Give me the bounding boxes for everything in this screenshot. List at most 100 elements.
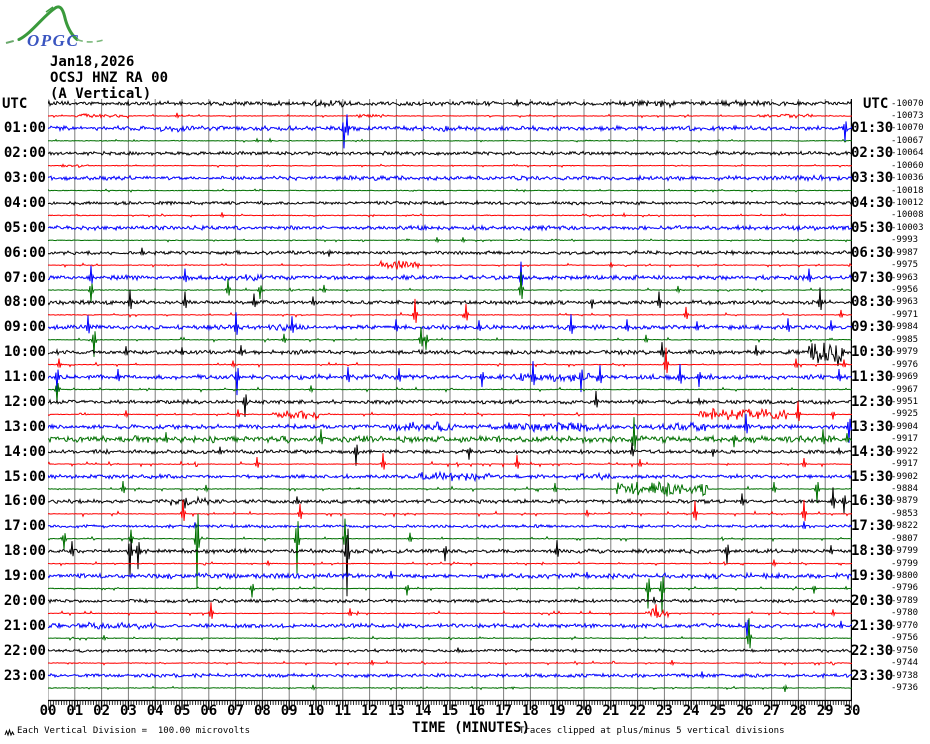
- left-time-label: 19:00: [3, 568, 46, 585]
- right-time-label: 15:30: [851, 468, 894, 485]
- logo-dash-left: [5, 38, 20, 44]
- header-station-code: OCSJ HNZ RA 00: [50, 70, 169, 86]
- trace-offset-value: -9738: [891, 670, 919, 681]
- trace-offset-value: -9985: [891, 334, 919, 345]
- trace-offset-value: -9979: [891, 347, 919, 358]
- footnote-clipping: Traces clipped at plus/minus 5 vertical …: [519, 726, 785, 736]
- helicorder-plot-area: [48, 99, 852, 713]
- trace-offset-value: -9744: [891, 658, 919, 669]
- trace-offset-value: -9756: [891, 633, 919, 644]
- trace-offset-value: -10064: [891, 148, 924, 159]
- left-time-label: 09:00: [3, 319, 46, 336]
- trace-offset-value: -9904: [891, 421, 919, 432]
- opgc-logo: OPGC: [5, 5, 106, 50]
- trace-offset-value: -10018: [891, 185, 924, 196]
- trace-offset-value: -9963: [891, 272, 919, 283]
- trace-offset-value: -9796: [891, 583, 919, 594]
- trace-offset-value: -9822: [891, 521, 919, 532]
- left-time-label: 23:00: [3, 667, 46, 684]
- right-time-label: 05:30: [851, 219, 894, 236]
- seismogram-traces: [48, 99, 852, 710]
- right-time-label: 06:30: [851, 244, 894, 261]
- left-time-label: 21:00: [3, 617, 46, 634]
- trace-offset-value: -9993: [891, 235, 919, 246]
- trace-offset-value: -9750: [891, 645, 919, 656]
- right-time-label: 03:30: [851, 170, 894, 187]
- trace-offset-value: -10008: [891, 210, 924, 221]
- trace-offset-value: -9975: [891, 260, 919, 271]
- left-time-label: 03:00: [3, 170, 46, 187]
- right-time-label: 20:30: [851, 592, 894, 609]
- utc-label-right: UTC: [863, 96, 889, 112]
- trace-offset-value: -10070: [891, 98, 924, 109]
- right-time-label: 21:30: [851, 617, 894, 634]
- left-time-label: 12:00: [3, 393, 46, 410]
- trace-offset-value: -9987: [891, 247, 919, 258]
- trace-offset-value: -10070: [891, 123, 924, 134]
- trace-offset-value: -9799: [891, 558, 919, 569]
- logo-dash-right: [76, 38, 106, 43]
- logo-text: OPGC: [27, 31, 79, 50]
- trace-offset-value: -10067: [891, 135, 924, 146]
- left-time-label: 14:00: [3, 443, 46, 460]
- trace-offset-value: -9922: [891, 446, 919, 457]
- right-time-label: 10:30: [851, 344, 894, 361]
- left-time-label: 04:00: [3, 194, 46, 211]
- utc-label-left: UTC: [2, 96, 28, 112]
- trace-offset-value: -9967: [891, 384, 919, 395]
- left-time-label: 05:00: [3, 219, 46, 236]
- trace-offset-value: -10003: [891, 222, 924, 233]
- trace-offset-value: -9917: [891, 434, 919, 445]
- right-time-label: 08:30: [851, 294, 894, 311]
- trace-offset-value: -9770: [891, 620, 919, 631]
- right-time-label: 22:30: [851, 642, 894, 659]
- left-time-label: 20:00: [3, 592, 46, 609]
- right-time-label: 13:30: [851, 418, 894, 435]
- trace-offset-value: -9917: [891, 459, 919, 470]
- left-time-label: 10:00: [3, 344, 46, 361]
- left-time-label: 11:00: [3, 369, 46, 386]
- right-time-label: 01:30: [851, 120, 894, 137]
- right-time-label: 12:30: [851, 393, 894, 410]
- footnote-vertical-division: Each Vertical Division = 100.00 microvol…: [17, 726, 250, 736]
- trace-offset-value: -9799: [891, 546, 919, 557]
- left-time-label: 16:00: [3, 493, 46, 510]
- left-time-label: 22:00: [3, 642, 46, 659]
- trace-offset-value: -10060: [891, 160, 924, 171]
- trace-offset-value: -9789: [891, 595, 919, 606]
- right-time-label: 14:30: [851, 443, 894, 460]
- right-time-label: 17:30: [851, 518, 894, 535]
- trace-offset-value: -9969: [891, 372, 919, 383]
- left-time-label: 15:00: [3, 468, 46, 485]
- left-time-label: 06:00: [3, 244, 46, 261]
- right-time-label: 18:30: [851, 543, 894, 560]
- trace-offset-value: -9976: [891, 359, 919, 370]
- x-axis-title: TIME (MINUTES): [412, 720, 531, 736]
- left-time-label: 07:00: [3, 269, 46, 286]
- right-time-label: 23:30: [851, 667, 894, 684]
- left-time-label: 17:00: [3, 518, 46, 535]
- trace-offset-value: -9902: [891, 471, 919, 482]
- left-time-label: 18:00: [3, 543, 46, 560]
- helicorder-page: OPGC Jan18,2026 OCSJ HNZ RA 00 (A Vertic…: [0, 0, 930, 744]
- right-time-label: 19:30: [851, 568, 894, 585]
- trace-offset-value: -9879: [891, 496, 919, 507]
- trace-offset-value: -9951: [891, 396, 919, 407]
- left-time-label: 02:00: [3, 145, 46, 162]
- mini-waveform-glyph: [4, 728, 15, 737]
- left-time-label: 08:00: [3, 294, 46, 311]
- trace-offset-value: -9984: [891, 322, 919, 333]
- trace-offset-value: -9736: [891, 682, 919, 693]
- trace-offset-value: -9925: [891, 409, 919, 420]
- left-time-label: 01:00: [3, 120, 46, 137]
- right-time-label: 07:30: [851, 269, 894, 286]
- right-time-label: 02:30: [851, 145, 894, 162]
- trace-offset-value: -9780: [891, 608, 919, 619]
- header-date: Jan18,2026: [50, 54, 135, 70]
- right-time-label: 16:30: [851, 493, 894, 510]
- trace-offset-value: -9853: [891, 508, 919, 519]
- trace-offset-value: -9963: [891, 297, 919, 308]
- trace-offset-value: -10036: [891, 173, 924, 184]
- trace-offset-value: -9807: [891, 533, 919, 544]
- left-time-label: 13:00: [3, 418, 46, 435]
